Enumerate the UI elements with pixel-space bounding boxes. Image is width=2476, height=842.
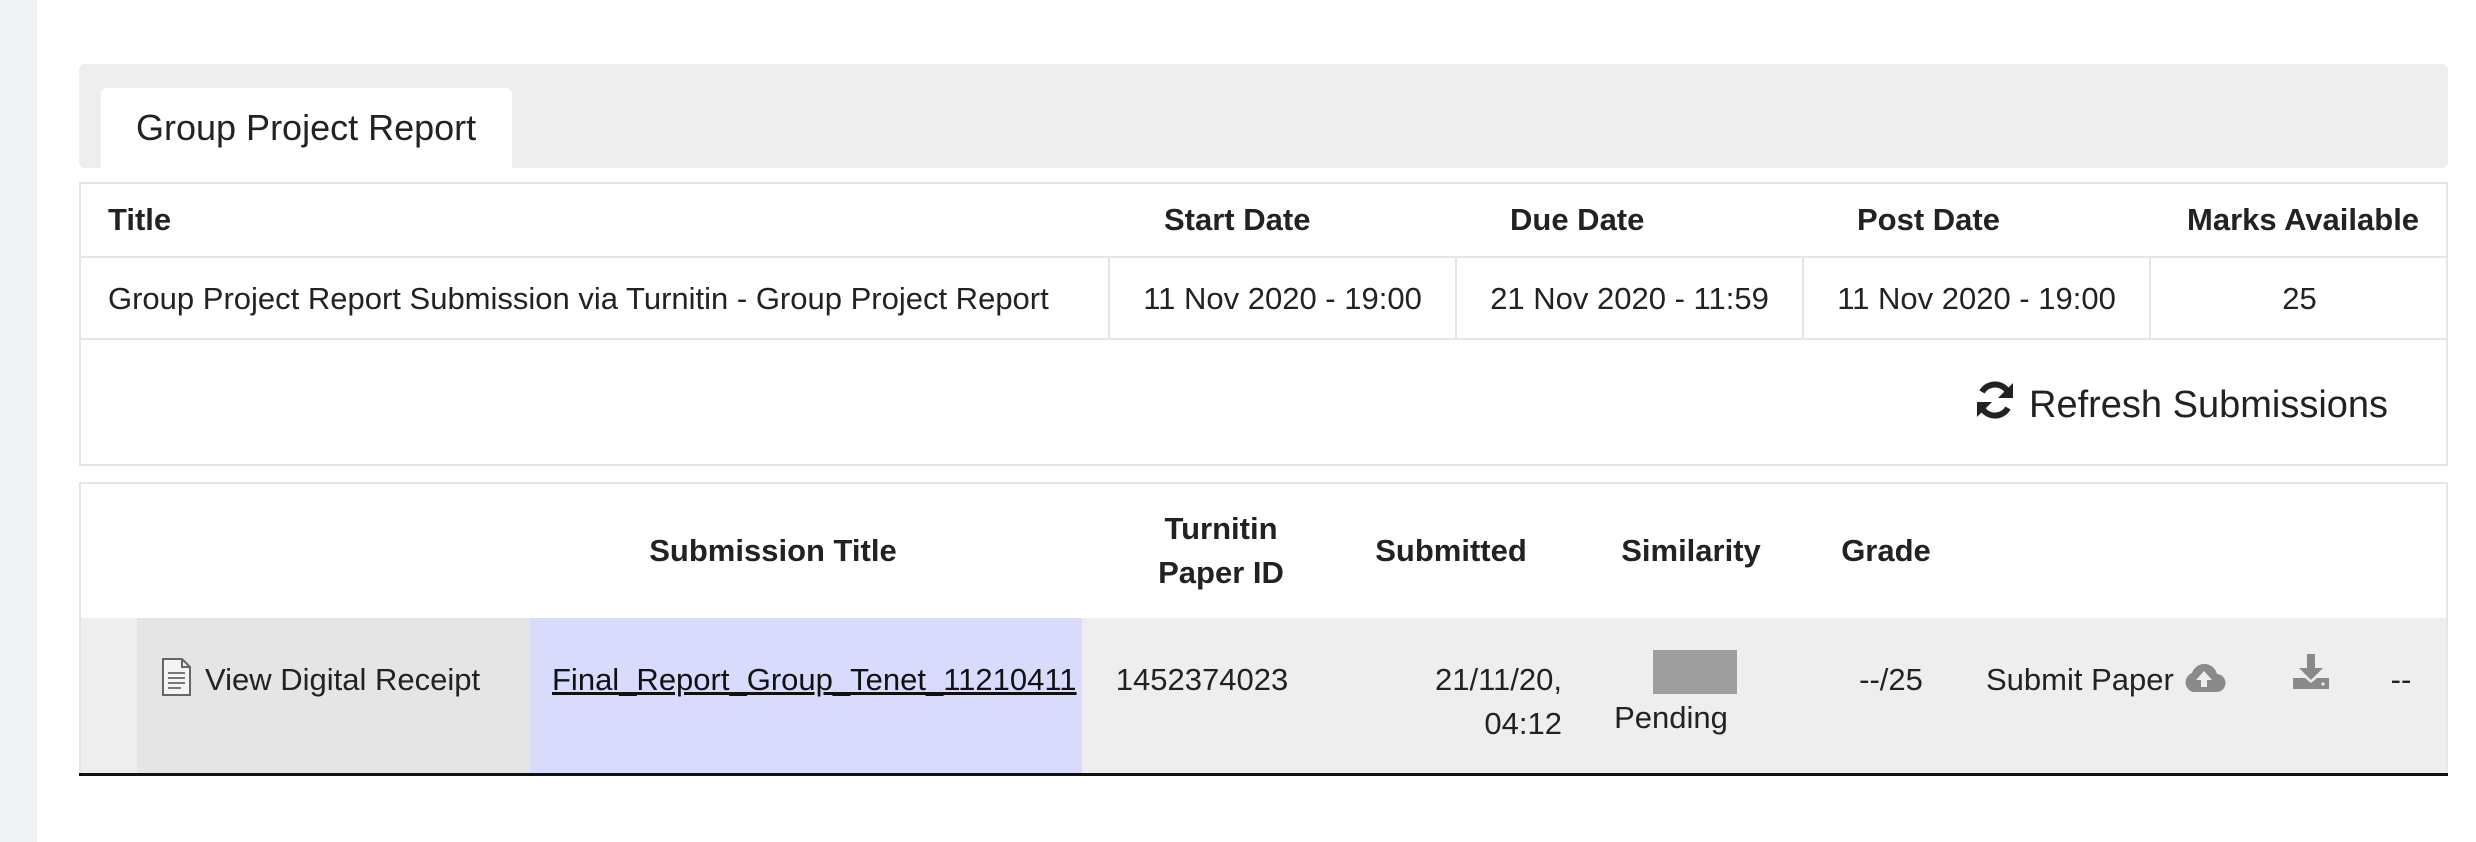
assignment-due-date: 21 Nov 2020 - 11:59 xyxy=(1455,258,1802,340)
table-bottom-border xyxy=(79,773,2448,776)
grade-value: --/25 xyxy=(1859,662,1923,697)
cloud-upload-icon xyxy=(2182,662,2226,706)
submit-paper-button[interactable]: Submit Paper xyxy=(1986,618,2236,776)
header-similarity: Similarity xyxy=(1621,533,1761,568)
submit-paper-label: Submit Paper xyxy=(1986,662,2174,697)
document-icon xyxy=(161,658,191,708)
header-paper-id-line2: Paper ID xyxy=(1158,555,1284,590)
tab-label: Group Project Report xyxy=(136,107,477,148)
view-digital-receipt-link[interactable]: View Digital Receipt xyxy=(137,618,530,776)
assignment-marks: 25 xyxy=(2149,258,2448,340)
header-grade: Grade xyxy=(1841,533,1931,568)
submitted-time: 04:12 xyxy=(1484,706,1562,741)
tab-panel: Group Project Report xyxy=(79,64,2448,168)
submission-row: View Digital Receipt Final_Report_Group_… xyxy=(81,618,2446,776)
last-column-value: -- xyxy=(2390,662,2412,697)
submitted-date: 21/11/20, 04:12 xyxy=(1322,618,1562,776)
similarity-status: Pending xyxy=(1614,700,1728,735)
header-paper-id-line1: Turnitin xyxy=(1164,511,1278,546)
left-sidebar-strip xyxy=(0,0,37,842)
header-post-date: Post Date xyxy=(1857,202,2000,237)
refresh-icon xyxy=(1973,378,2017,432)
assignment-row: Group Project Report Submission via Turn… xyxy=(81,258,2446,340)
similarity-bar xyxy=(1653,650,1737,694)
download-button[interactable] xyxy=(2271,618,2351,776)
paper-id: 1452374023 xyxy=(1115,662,1289,697)
download-icon xyxy=(2291,652,2331,702)
assignment-start-date: 11 Nov 2020 - 19:00 xyxy=(1108,258,1455,340)
refresh-area: Refresh Submissions xyxy=(79,340,2448,466)
header-due-date: Due Date xyxy=(1510,202,1645,237)
assignment-header-row: Title Start Date Due Date Post Date Mark… xyxy=(81,184,2446,258)
submission-title-cell: Final_Report_Group_Tenet_11210411 xyxy=(530,618,1082,776)
similarity-cell: Pending xyxy=(1581,618,1761,776)
header-submitted: Submitted xyxy=(1375,533,1527,568)
assignment-table: Title Start Date Due Date Post Date Mark… xyxy=(79,182,2448,340)
refresh-submissions-button[interactable]: Refresh Submissions xyxy=(1973,380,2388,430)
submissions-table: Submission Title Turnitin Paper ID Submi… xyxy=(79,482,2448,776)
submission-title-link[interactable]: Final_Report_Group_Tenet_11210411 xyxy=(552,658,1077,702)
header-marks-available: Marks Available xyxy=(2187,202,2420,237)
tab-group-project-report[interactable]: Group Project Report xyxy=(101,88,512,168)
assignment-title: Group Project Report Submission via Turn… xyxy=(108,281,1049,316)
assignment-post-date: 11 Nov 2020 - 19:00 xyxy=(1802,258,2149,340)
submitted-date-line1: 21/11/20, xyxy=(1435,662,1562,697)
header-start-date: Start Date xyxy=(1164,202,1311,237)
header-paper-id: Turnitin Paper ID xyxy=(1111,484,1331,618)
header-submission-title: Submission Title xyxy=(649,533,897,568)
refresh-label: Refresh Submissions xyxy=(2029,383,2389,426)
submissions-header-row: Submission Title Turnitin Paper ID Submi… xyxy=(81,484,2446,618)
header-title: Title xyxy=(108,202,172,237)
receipt-label: View Digital Receipt xyxy=(205,662,481,697)
